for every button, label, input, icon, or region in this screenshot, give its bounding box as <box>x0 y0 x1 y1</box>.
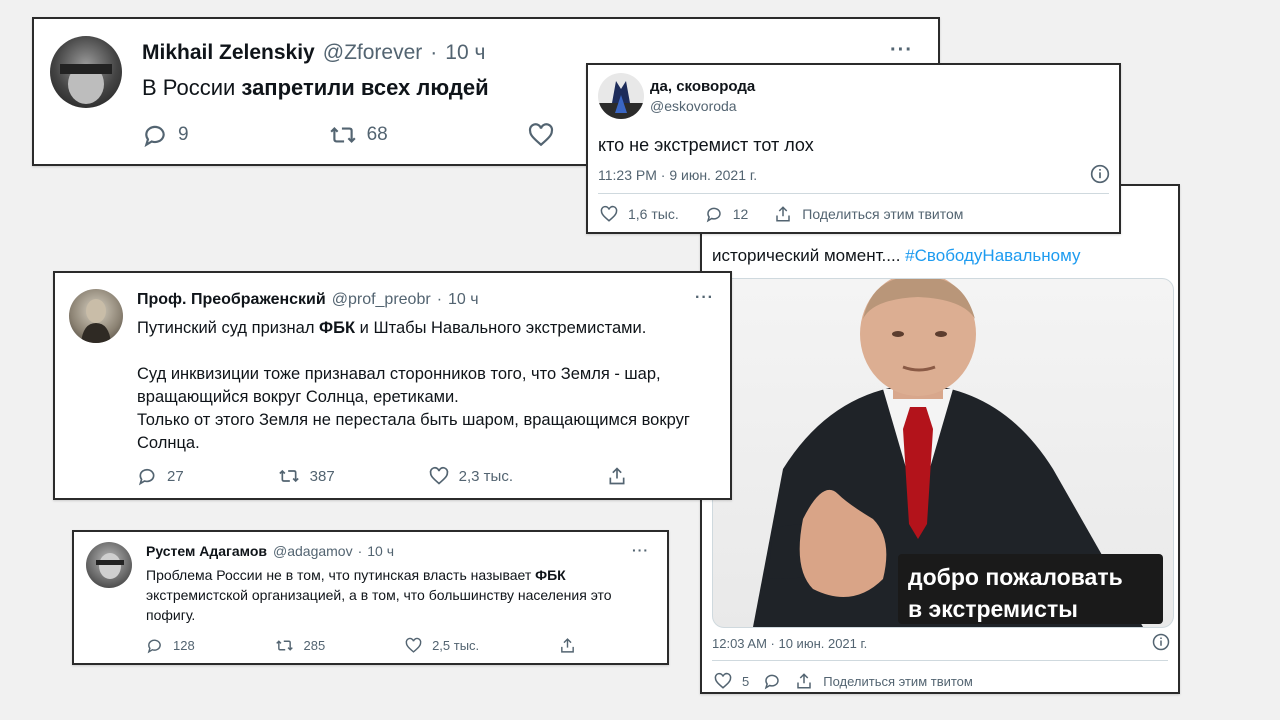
reply-button[interactable]: 27 <box>137 466 184 486</box>
reply-button[interactable]: 9 <box>142 122 189 148</box>
like-count: 2,3 тыс. <box>458 467 513 485</box>
retweet-count: 387 <box>309 467 335 485</box>
avatar[interactable] <box>86 542 132 588</box>
author-name[interactable]: Рустем Адагамов <box>146 543 267 559</box>
like-button[interactable]: 1,6 тыс. <box>600 205 679 223</box>
reply-icon <box>705 205 723 223</box>
retweet-icon <box>329 122 357 148</box>
author-handle[interactable]: @Zforever <box>323 41 423 65</box>
like-icon <box>429 466 449 486</box>
retweet-button[interactable]: 68 <box>329 122 388 148</box>
share-icon[interactable] <box>607 466 627 486</box>
share-label: Поделиться этим твитом <box>823 673 973 689</box>
tweet-card-adagamov: Рустем Адагамов @adagamov · 10 ч ··· Про… <box>72 530 669 665</box>
like-count: 2,5 тыс. <box>432 638 480 653</box>
author-name[interactable]: да, сковорода <box>650 78 755 95</box>
tweet-text: В России запретили всех людей <box>142 75 489 100</box>
tweet-text: исторический момент.... #СвободуНавально… <box>712 246 1081 265</box>
share-icon <box>774 205 792 223</box>
share-tweet-button[interactable]: Поделиться этим твитом <box>774 205 963 223</box>
like-icon <box>714 672 732 690</box>
hashtag-link[interactable]: #СвободуНавальному <box>905 246 1080 265</box>
tweet-time[interactable]: 10 ч <box>445 41 485 65</box>
tweet-text: Проблема России не в том, что путинская … <box>146 567 612 623</box>
reply-button[interactable]: 12 <box>705 205 749 223</box>
reply-count: 27 <box>167 467 184 485</box>
retweet-button[interactable]: 285 <box>275 637 326 654</box>
like-button[interactable]: 2,3 тыс. <box>429 466 513 486</box>
reply-count: 12 <box>732 206 749 222</box>
info-icon[interactable] <box>1090 164 1110 184</box>
reply-count: 9 <box>178 124 189 145</box>
more-icon[interactable]: ··· <box>695 289 714 307</box>
avatar[interactable] <box>69 289 123 343</box>
tweet-time[interactable]: 10 ч <box>448 291 479 309</box>
info-icon[interactable] <box>1152 633 1170 651</box>
reply-button[interactable]: 128 <box>146 637 195 654</box>
retweet-count: 285 <box>303 638 326 653</box>
author-handle[interactable]: @prof_preobr <box>332 291 431 309</box>
like-count: 1,6 тыс. <box>628 206 679 222</box>
like-icon <box>600 205 618 223</box>
more-icon[interactable]: ··· <box>632 542 649 558</box>
author-name[interactable]: Mikhail Zelenskiy <box>142 41 315 65</box>
reply-icon <box>142 122 168 148</box>
share-icon[interactable] <box>559 637 576 654</box>
like-count: 5 <box>742 673 750 689</box>
retweet-icon <box>275 637 294 654</box>
tweet-text: Путинский суд признал ФБК и Штабы Наваль… <box>137 319 690 452</box>
author-name[interactable]: Проф. Преображенский <box>137 291 326 309</box>
meme-caption: добро пожаловать в экстремисты <box>908 564 1123 622</box>
share-icon <box>795 672 813 690</box>
reply-count: 128 <box>173 638 195 653</box>
avatar[interactable] <box>598 73 644 119</box>
retweet-count: 68 <box>366 124 388 145</box>
like-icon <box>405 637 422 654</box>
tweet-time[interactable]: 10 ч <box>367 543 394 559</box>
reply-icon[interactable] <box>763 672 781 690</box>
tweet-card-preobrazhensky: Проф. Преображенский @prof_preobr · 10 ч… <box>53 271 732 500</box>
author-handle[interactable]: @eskovoroda <box>650 98 737 114</box>
share-label: Поделиться этим твитом <box>802 206 964 222</box>
like-button[interactable]: 2,5 тыс. <box>405 637 479 654</box>
avatar[interactable] <box>50 36 122 108</box>
retweet-icon <box>278 466 300 486</box>
reply-icon <box>146 637 163 654</box>
tweet-text: кто не экстремист тот лох <box>598 135 814 155</box>
tweet-media-image[interactable]: добро пожаловать в экстремисты <box>712 278 1174 628</box>
tweet-card-skovoroda: да, сковорода @eskovoroda кто не экстрем… <box>586 63 1121 234</box>
like-button[interactable]: 5 <box>714 672 749 690</box>
like-icon[interactable] <box>528 122 554 148</box>
retweet-button[interactable]: 387 <box>278 466 335 486</box>
tweet-card-historic: исторический момент.... #СвободуНавально… <box>700 184 1180 694</box>
reply-icon <box>137 466 157 486</box>
tweet-timestamp[interactable]: 11:23 PM · 9 июн. 2021 г. <box>598 167 757 183</box>
more-icon[interactable]: ··· <box>890 39 913 62</box>
tweet-timestamp[interactable]: 12:03 AM · 10 июн. 2021 г. <box>712 636 867 651</box>
author-handle[interactable]: @adagamov <box>273 543 353 559</box>
share-tweet-button[interactable]: Поделиться этим твитом <box>795 672 973 690</box>
